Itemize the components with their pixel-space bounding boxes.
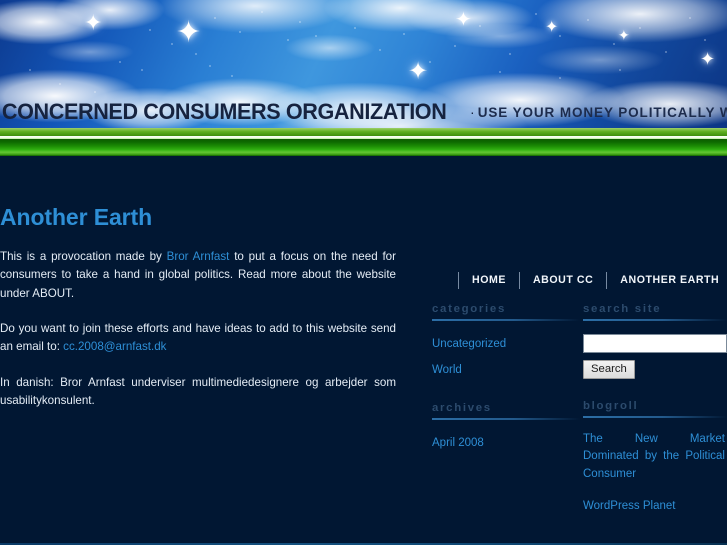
- email-link[interactable]: cc.2008@arnfast.dk: [63, 340, 166, 353]
- nav-item-another-earth[interactable]: ANOTHER EARTH: [607, 274, 727, 286]
- sparkle-star-icon: ✦: [700, 49, 716, 69]
- nav-divider: [458, 271, 459, 289]
- widget-rule: [432, 417, 580, 420]
- list-item: World: [432, 360, 580, 386]
- green-divider-band: [0, 128, 727, 156]
- list-item: The New Market Dominated by the Politica…: [583, 431, 727, 490]
- widget-categories: categories Uncategorized World: [432, 303, 580, 387]
- page-body: Another Earth This is a provocation made…: [0, 156, 727, 545]
- site-tagline: USE YOUR MONEY POLITICALLY WHEN YOU BUY: [477, 105, 727, 120]
- widget-title-archives: archives: [432, 401, 492, 414]
- nav-divider: [518, 271, 520, 289]
- title-separator: ·: [470, 104, 475, 120]
- nav-divider: [606, 271, 608, 289]
- post-paragraph-2: Do you want to join these efforts and ha…: [0, 303, 396, 357]
- list-item: Uncategorized: [432, 334, 580, 360]
- list-item: WordPress Planet: [583, 490, 727, 522]
- widget-archives: archives April 2008: [432, 402, 580, 459]
- post-paragraph-3: In danish: Bror Arnfast underviser multi…: [0, 375, 396, 407]
- site-header: CONCERNED CONSUMERS ORGANIZATION · USE Y…: [0, 99, 727, 129]
- list-item: April 2008: [432, 433, 580, 459]
- category-link-uncategorized[interactable]: Uncategorized: [432, 338, 506, 350]
- widget-search: search site Search: [583, 303, 727, 379]
- widget-title-categories: categories: [432, 303, 506, 315]
- widget-title-search: search site: [583, 303, 662, 315]
- sidebar-column-right: search site Search blogroll The New Mark…: [583, 303, 727, 522]
- categories-list: Uncategorized World: [432, 334, 580, 387]
- page-title: Another Earth: [0, 204, 153, 230]
- widget-rule: [432, 319, 580, 321]
- sparkle-star-icon: ✦: [408, 58, 429, 85]
- sparkle-star-icon: ✦: [84, 10, 103, 35]
- blogroll-link-wordpress-planet[interactable]: WordPress Planet: [583, 500, 675, 512]
- sparkle-star-icon: ✦: [455, 9, 472, 31]
- search-button[interactable]: Search: [583, 360, 635, 379]
- widget-rule: [583, 416, 727, 418]
- site-title[interactable]: CONCERNED CONSUMERS ORGANIZATION: [0, 99, 447, 125]
- main-content: Another Earth This is a provocation made…: [0, 156, 398, 410]
- archive-link-april-2008[interactable]: April 2008: [432, 437, 484, 449]
- main-navigation: HOME ABOUT CC ANOTHER EARTH: [458, 271, 727, 289]
- widget-title-blogroll: blogroll: [583, 400, 639, 412]
- widget-blogroll: blogroll The New Market Dominated by the…: [583, 400, 727, 522]
- sidebar-column-left: categories Uncategorized World archives …: [432, 303, 580, 459]
- sparkle-star-icon: ✦: [618, 27, 630, 43]
- nav-item-home[interactable]: HOME: [459, 274, 519, 286]
- paragraph-1-text-before: This is a provocation made by: [0, 250, 167, 263]
- blogroll-link-new-market[interactable]: The New Market Dominated by the Politica…: [583, 431, 725, 483]
- sparkle-star-icon: ✦: [176, 16, 202, 49]
- green-bar-main: [0, 139, 727, 156]
- blogroll-list: The New Market Dominated by the Politica…: [583, 431, 727, 522]
- paragraph-2-text-before: Do you want to join these efforts and ha…: [0, 321, 396, 354]
- search-form: Search: [583, 334, 727, 379]
- widget-rule: [583, 319, 727, 321]
- bror-arnfast-link[interactable]: Bror Arnfast: [167, 250, 230, 263]
- post-paragraph-1: This is a provocation made by Bror Arnfa…: [0, 231, 396, 303]
- green-bar-top: [0, 128, 727, 136]
- sparkle-star-icon: ✦: [545, 19, 559, 36]
- archives-list: April 2008: [432, 433, 580, 459]
- search-input[interactable]: [583, 334, 727, 353]
- nav-item-about-cc[interactable]: ABOUT CC: [520, 274, 606, 286]
- category-link-world[interactable]: World: [432, 364, 462, 376]
